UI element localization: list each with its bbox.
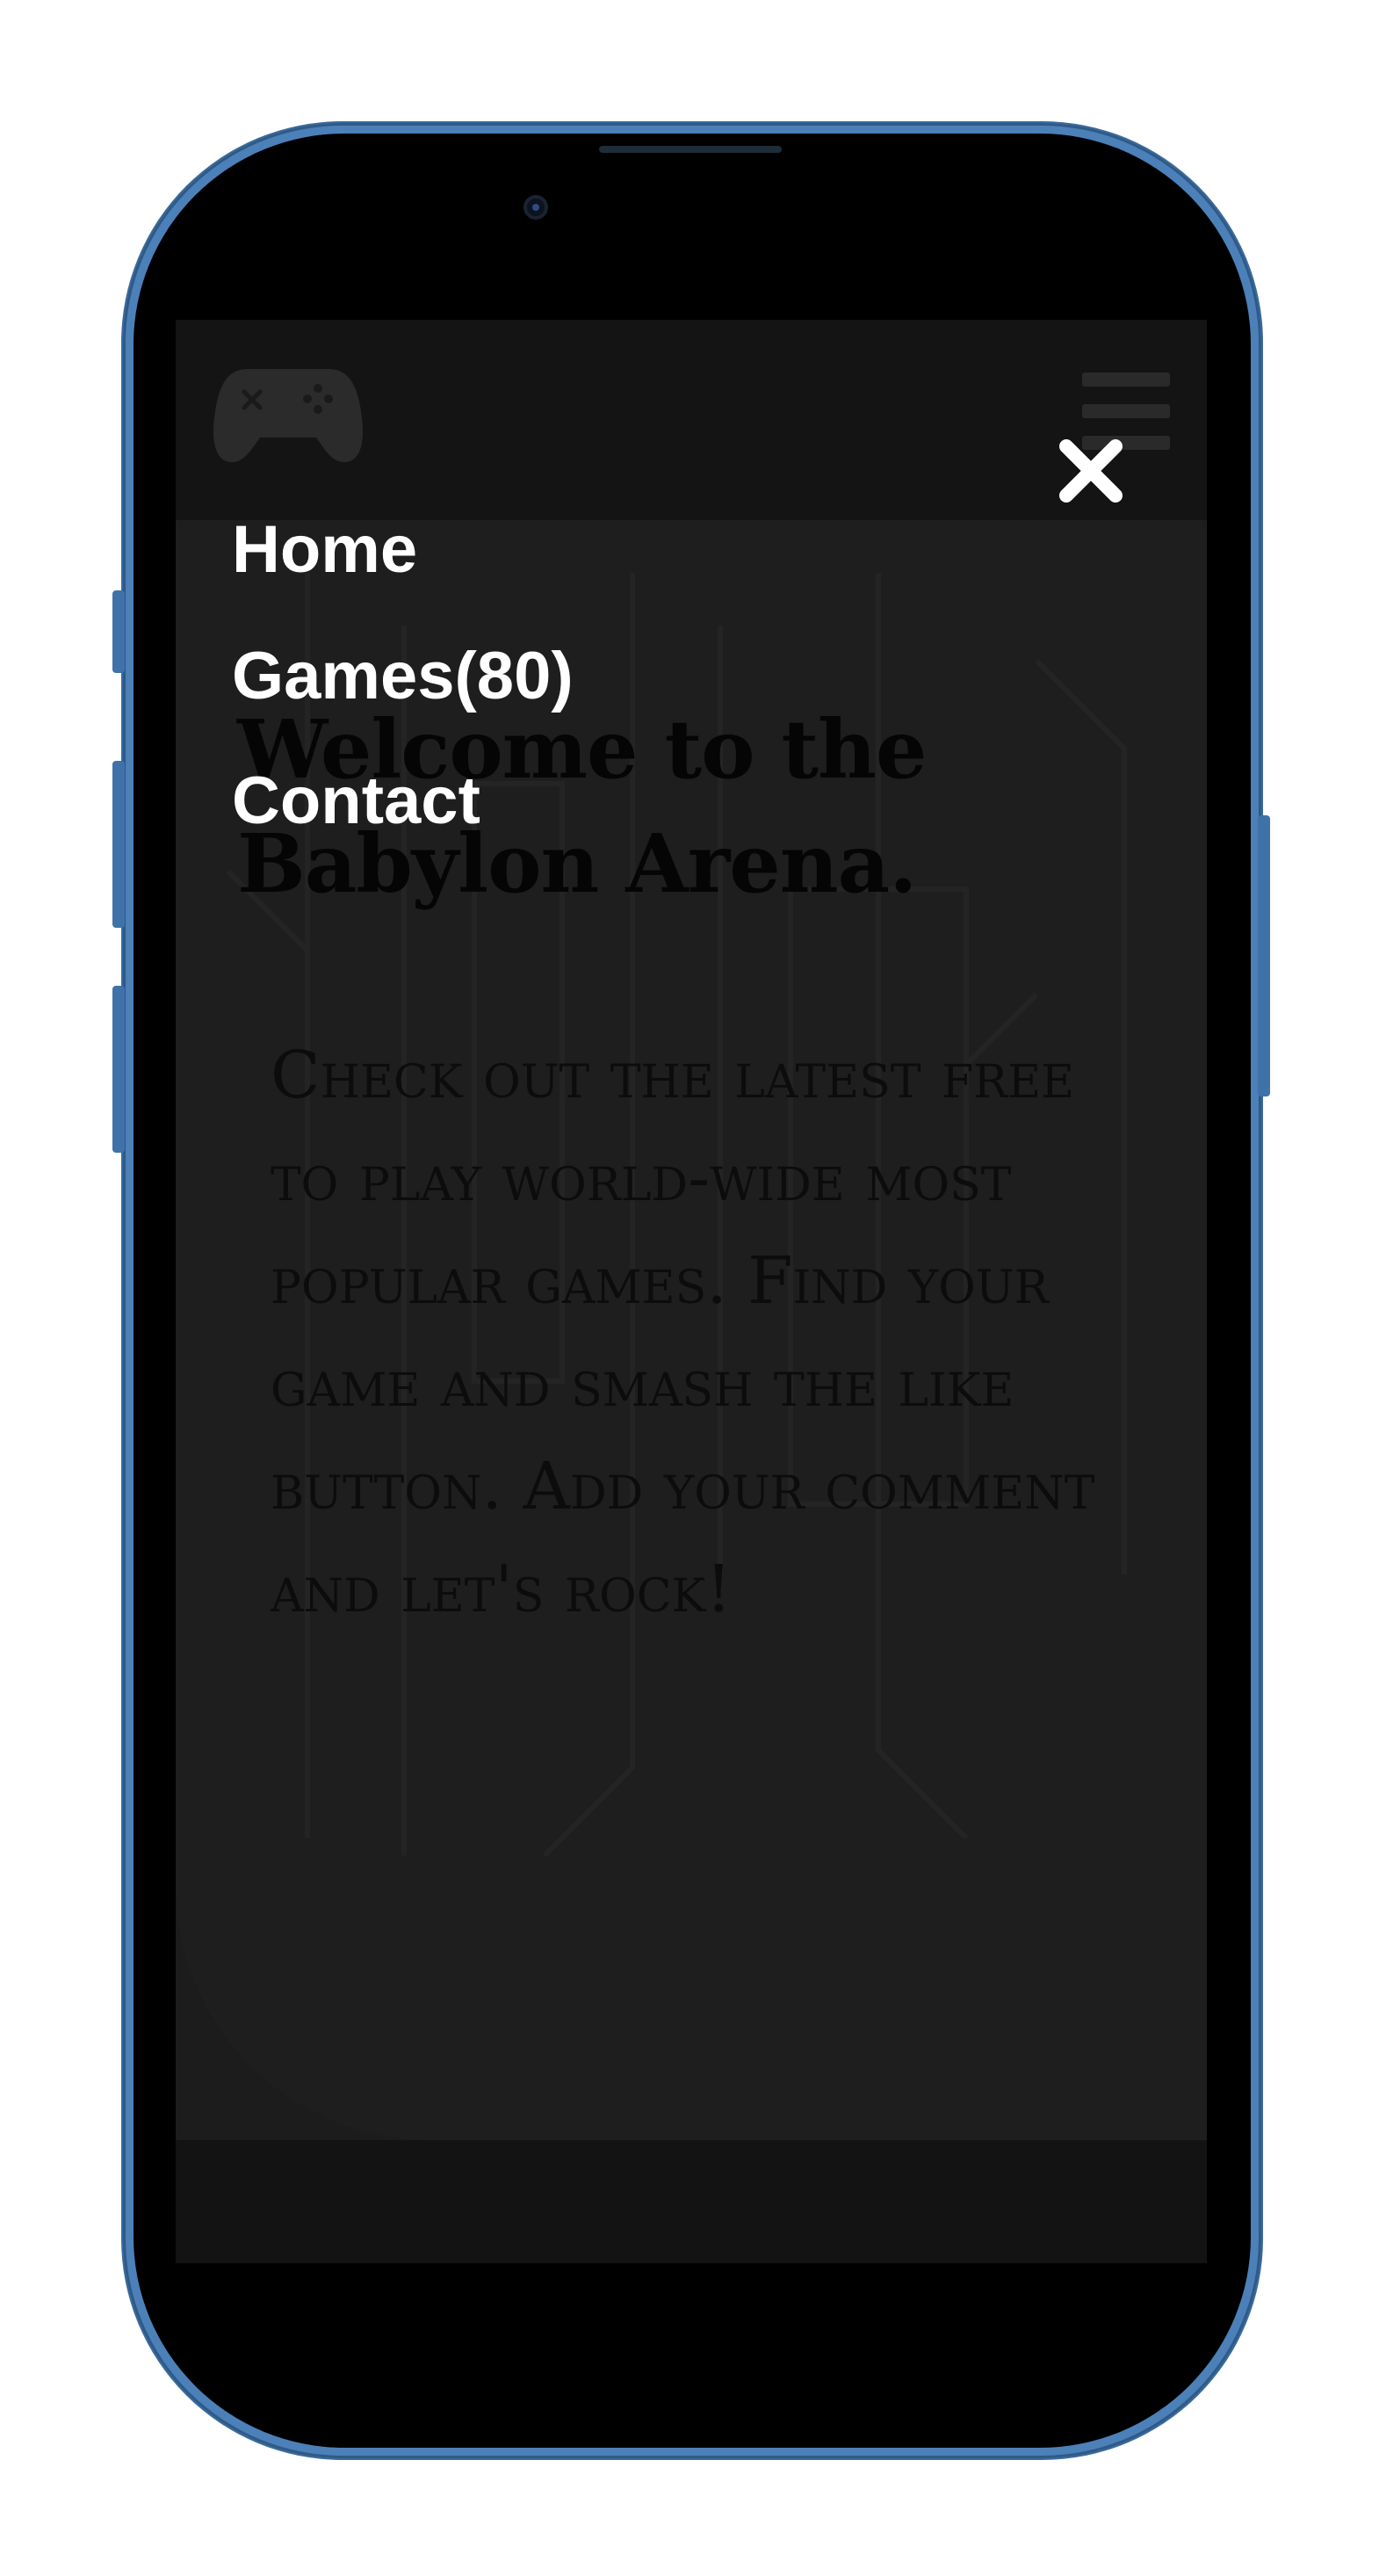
close-icon[interactable] (1054, 434, 1128, 508)
nav-item-home[interactable]: Home (232, 511, 417, 588)
site-header (176, 320, 1207, 520)
volume-down-button (112, 986, 125, 1153)
mute-switch (112, 590, 125, 673)
gamepad-icon[interactable] (213, 365, 364, 464)
front-camera (523, 195, 548, 220)
power-button (1258, 815, 1270, 1096)
nav-item-contact[interactable]: Contact (232, 763, 480, 839)
footer-strip (176, 2140, 1207, 2263)
earpiece-speaker (599, 146, 782, 153)
nav-item-games[interactable]: Games(80) (232, 638, 574, 714)
hero-description: Check out the latest free to play world-… (271, 1038, 1095, 1627)
app-screen: Welcome to the Babylon Arena. Check out … (176, 320, 1207, 2263)
volume-up-button (112, 761, 125, 928)
